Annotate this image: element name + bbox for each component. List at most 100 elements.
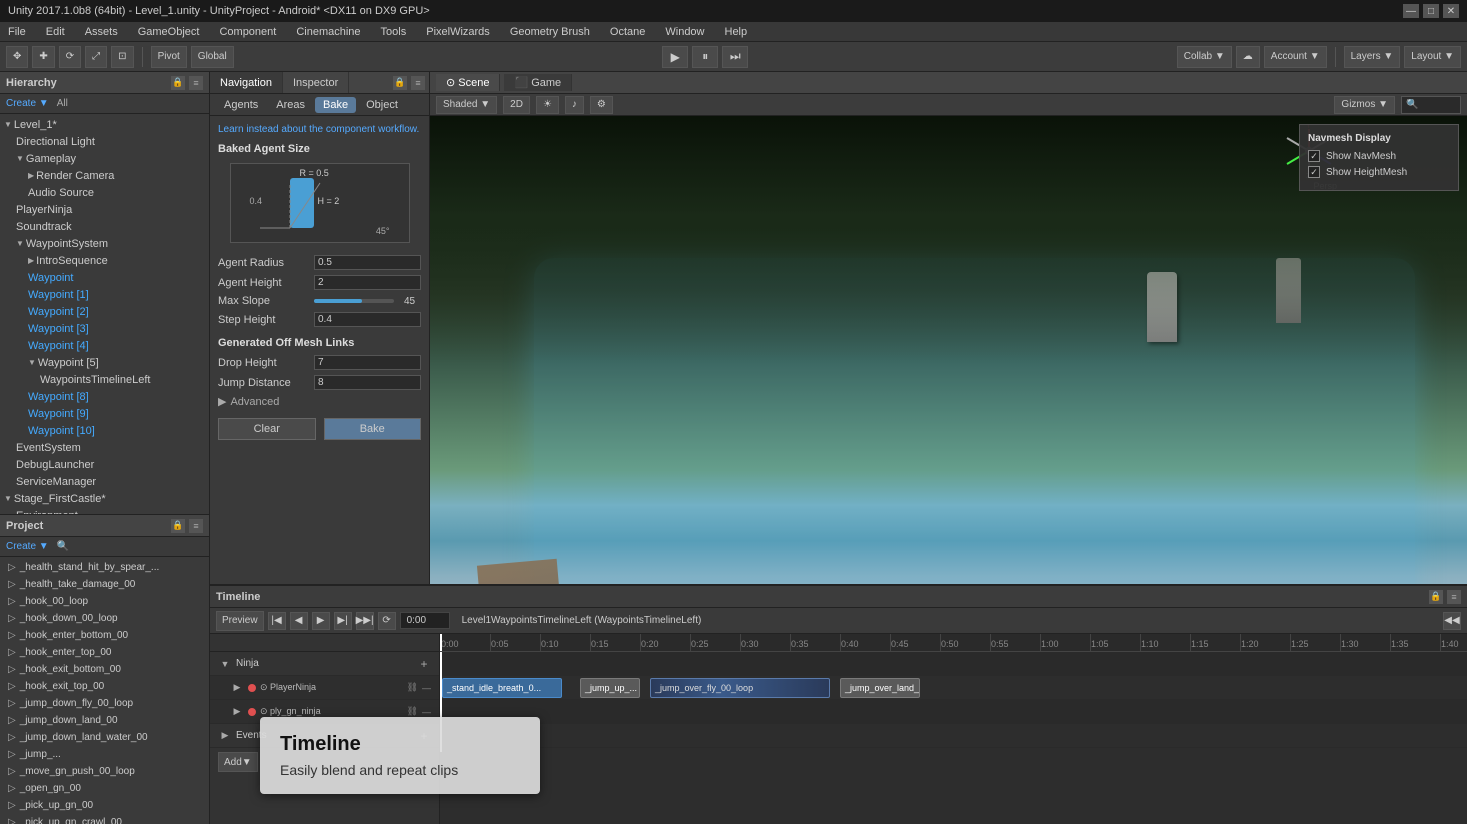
tab-scene[interactable]: ⊙ Scene	[436, 74, 500, 91]
menu-pixelwizards[interactable]: PixelWizards	[422, 26, 494, 38]
proj-item-2[interactable]: ▷_health_take_damage_00	[0, 576, 209, 593]
ply-gn-expand[interactable]: ▶	[230, 705, 244, 719]
toolbar-rotate-tool[interactable]: ⟳	[59, 46, 81, 68]
menu-component[interactable]: Component	[215, 26, 280, 38]
play-button[interactable]: ▶	[662, 46, 688, 68]
2d-button[interactable]: 2D	[503, 96, 530, 114]
proj-item-5[interactable]: ▷_hook_enter_bottom_00	[0, 627, 209, 644]
scene-search-input[interactable]	[1401, 96, 1461, 114]
clip-jump-over-fly[interactable]: _jump_over_fly_00_loop	[650, 678, 830, 698]
toolbar-rect-tool[interactable]: ⊡	[111, 46, 133, 68]
hier-waypoint-9[interactable]: Waypoint [9]	[0, 405, 209, 422]
sub-tab-object[interactable]: Object	[358, 97, 406, 113]
toolbar-move-tool[interactable]: ✚	[32, 46, 54, 68]
proj-item-8[interactable]: ▷_hook_exit_top_00	[0, 678, 209, 695]
sub-tab-areas[interactable]: Areas	[268, 97, 313, 113]
inspector-menu-button[interactable]: ≡	[411, 76, 425, 90]
hier-soundtrack[interactable]: Soundtrack	[0, 218, 209, 235]
ninja-add-button[interactable]: +	[417, 657, 431, 671]
menu-gameobject[interactable]: GameObject	[134, 26, 204, 38]
proj-item-3[interactable]: ▷_hook_00_loop	[0, 593, 209, 610]
pause-button[interactable]: ⏸	[692, 46, 718, 68]
toolbar-hand-tool[interactable]: ✥	[6, 46, 28, 68]
tab-navigation[interactable]: Navigation	[210, 72, 283, 93]
hierarchy-menu-button[interactable]: ≡	[189, 76, 203, 90]
learn-link[interactable]: Learn instead about the component workfl…	[218, 124, 421, 135]
hierarchy-all-btn[interactable]: All	[57, 98, 68, 109]
hier-waypoint-10[interactable]: Waypoint [10]	[0, 422, 209, 439]
hier-service-manager[interactable]: ServiceManager	[0, 473, 209, 490]
hier-audio-source[interactable]: Audio Source	[0, 184, 209, 201]
inspector-lock-button[interactable]: 🔒	[393, 76, 407, 90]
proj-item-13[interactable]: ▷_move_gn_push_00_loop	[0, 763, 209, 780]
tl-prev-button[interactable]: ◀	[290, 612, 308, 630]
hier-stage-first-castle[interactable]: ▼Stage_FirstCastle*	[0, 490, 209, 507]
hier-render-camera[interactable]: ▶Render Camera	[0, 167, 209, 184]
maximize-button[interactable]: □	[1423, 4, 1439, 18]
max-slope-slider[interactable]	[314, 299, 394, 303]
proj-item-1[interactable]: ▷_health_stand_hit_by_spear_...	[0, 559, 209, 576]
jump-distance-input[interactable]	[314, 375, 421, 390]
tl-play-button[interactable]: ▶	[312, 612, 330, 630]
clip-jump-over-land[interactable]: _jump_over_land_00	[840, 678, 920, 698]
hier-waypoint-system[interactable]: ▼WaypointSystem	[0, 235, 209, 252]
proj-item-12[interactable]: ▷_jump_...	[0, 746, 209, 763]
menu-geometry-brush[interactable]: Geometry Brush	[506, 26, 594, 38]
proj-item-9[interactable]: ▷_jump_down_fly_00_loop	[0, 695, 209, 712]
minimize-button[interactable]: —	[1403, 4, 1419, 18]
hier-waypoints-tl-left[interactable]: WaypointsTimelineLeft	[0, 371, 209, 388]
lighting-button[interactable]: ☀	[536, 96, 559, 114]
toolbar-scale-tool[interactable]: ⤢	[85, 46, 107, 68]
tab-inspector[interactable]: Inspector	[283, 72, 349, 93]
clips-area[interactable]: 0:00 0:05 0:10 0:15 0:20 0:25 0:30 0:35 …	[440, 634, 1467, 824]
shaded-button[interactable]: Shaded ▼	[436, 96, 497, 114]
menu-window[interactable]: Window	[661, 26, 708, 38]
cloud-button[interactable]: ☁	[1236, 46, 1260, 68]
close-button[interactable]: ✕	[1443, 4, 1459, 18]
hier-waypoint-4[interactable]: Waypoint [4]	[0, 337, 209, 354]
hierarchy-create-btn[interactable]: Create ▼	[6, 98, 49, 109]
hier-directional-light[interactable]: Directional Light	[0, 133, 209, 150]
step-height-input[interactable]	[314, 312, 421, 327]
ninja-expand[interactable]: ▼	[218, 657, 232, 671]
preview-button[interactable]: Preview	[216, 611, 264, 631]
timeline-menu-button[interactable]: ≡	[1447, 590, 1461, 604]
proj-item-14[interactable]: ▷_open_gn_00	[0, 780, 209, 797]
proj-item-15[interactable]: ▷_pick_up_gn_00	[0, 797, 209, 814]
hier-level1[interactable]: ▼Level_1*	[0, 116, 209, 133]
proj-item-16[interactable]: ▷_pick_up_gn_crawl_00	[0, 814, 209, 824]
layers-button[interactable]: Layers ▼	[1344, 46, 1401, 68]
player-ninja-expand[interactable]: ▶	[230, 681, 244, 695]
project-lock-button[interactable]: 🔒	[171, 519, 185, 533]
menu-assets[interactable]: Assets	[81, 26, 122, 38]
hier-event-system[interactable]: EventSystem	[0, 439, 209, 456]
hier-waypoint-1[interactable]: Waypoint [1]	[0, 286, 209, 303]
effects-button[interactable]: ⚙	[590, 96, 613, 114]
show-navmesh-checkbox[interactable]: ✓	[1308, 150, 1320, 162]
toolbar-global-button[interactable]: Global	[191, 46, 234, 68]
events-expand[interactable]: ▶	[218, 729, 232, 743]
tab-game[interactable]: ⬛ Game	[504, 74, 572, 91]
show-height-checkbox[interactable]: ✓	[1308, 166, 1320, 178]
proj-item-11[interactable]: ▷_jump_down_land_water_00	[0, 729, 209, 746]
tl-end-button[interactable]: ▶▶|	[356, 612, 374, 630]
menu-help[interactable]: Help	[721, 26, 752, 38]
gizmos-button[interactable]: Gizmos ▼	[1334, 96, 1395, 114]
audio-button[interactable]: ♪	[565, 96, 584, 114]
proj-item-4[interactable]: ▷_hook_down_00_loop	[0, 610, 209, 627]
proj-item-10[interactable]: ▷_jump_down_land_00	[0, 712, 209, 729]
advanced-row[interactable]: ▶ Advanced	[218, 395, 421, 408]
tl-timecode-input[interactable]	[400, 612, 450, 629]
sub-tab-agents[interactable]: Agents	[216, 97, 266, 113]
tl-loop-button[interactable]: ⟳	[378, 612, 396, 630]
menu-octane[interactable]: Octane	[606, 26, 649, 38]
clip-stand-idle[interactable]: _stand_idle_breath_0...	[442, 678, 562, 698]
hier-waypoint-2[interactable]: Waypoint [2]	[0, 303, 209, 320]
agent-height-input[interactable]	[314, 275, 421, 290]
step-button[interactable]: ⏭	[722, 46, 748, 68]
hier-waypoint[interactable]: Waypoint	[0, 269, 209, 286]
menu-edit[interactable]: Edit	[42, 26, 69, 38]
menu-file[interactable]: File	[4, 26, 30, 38]
proj-item-7[interactable]: ▷_hook_exit_bottom_00	[0, 661, 209, 678]
tl-add-button[interactable]: Add▼	[218, 752, 258, 772]
